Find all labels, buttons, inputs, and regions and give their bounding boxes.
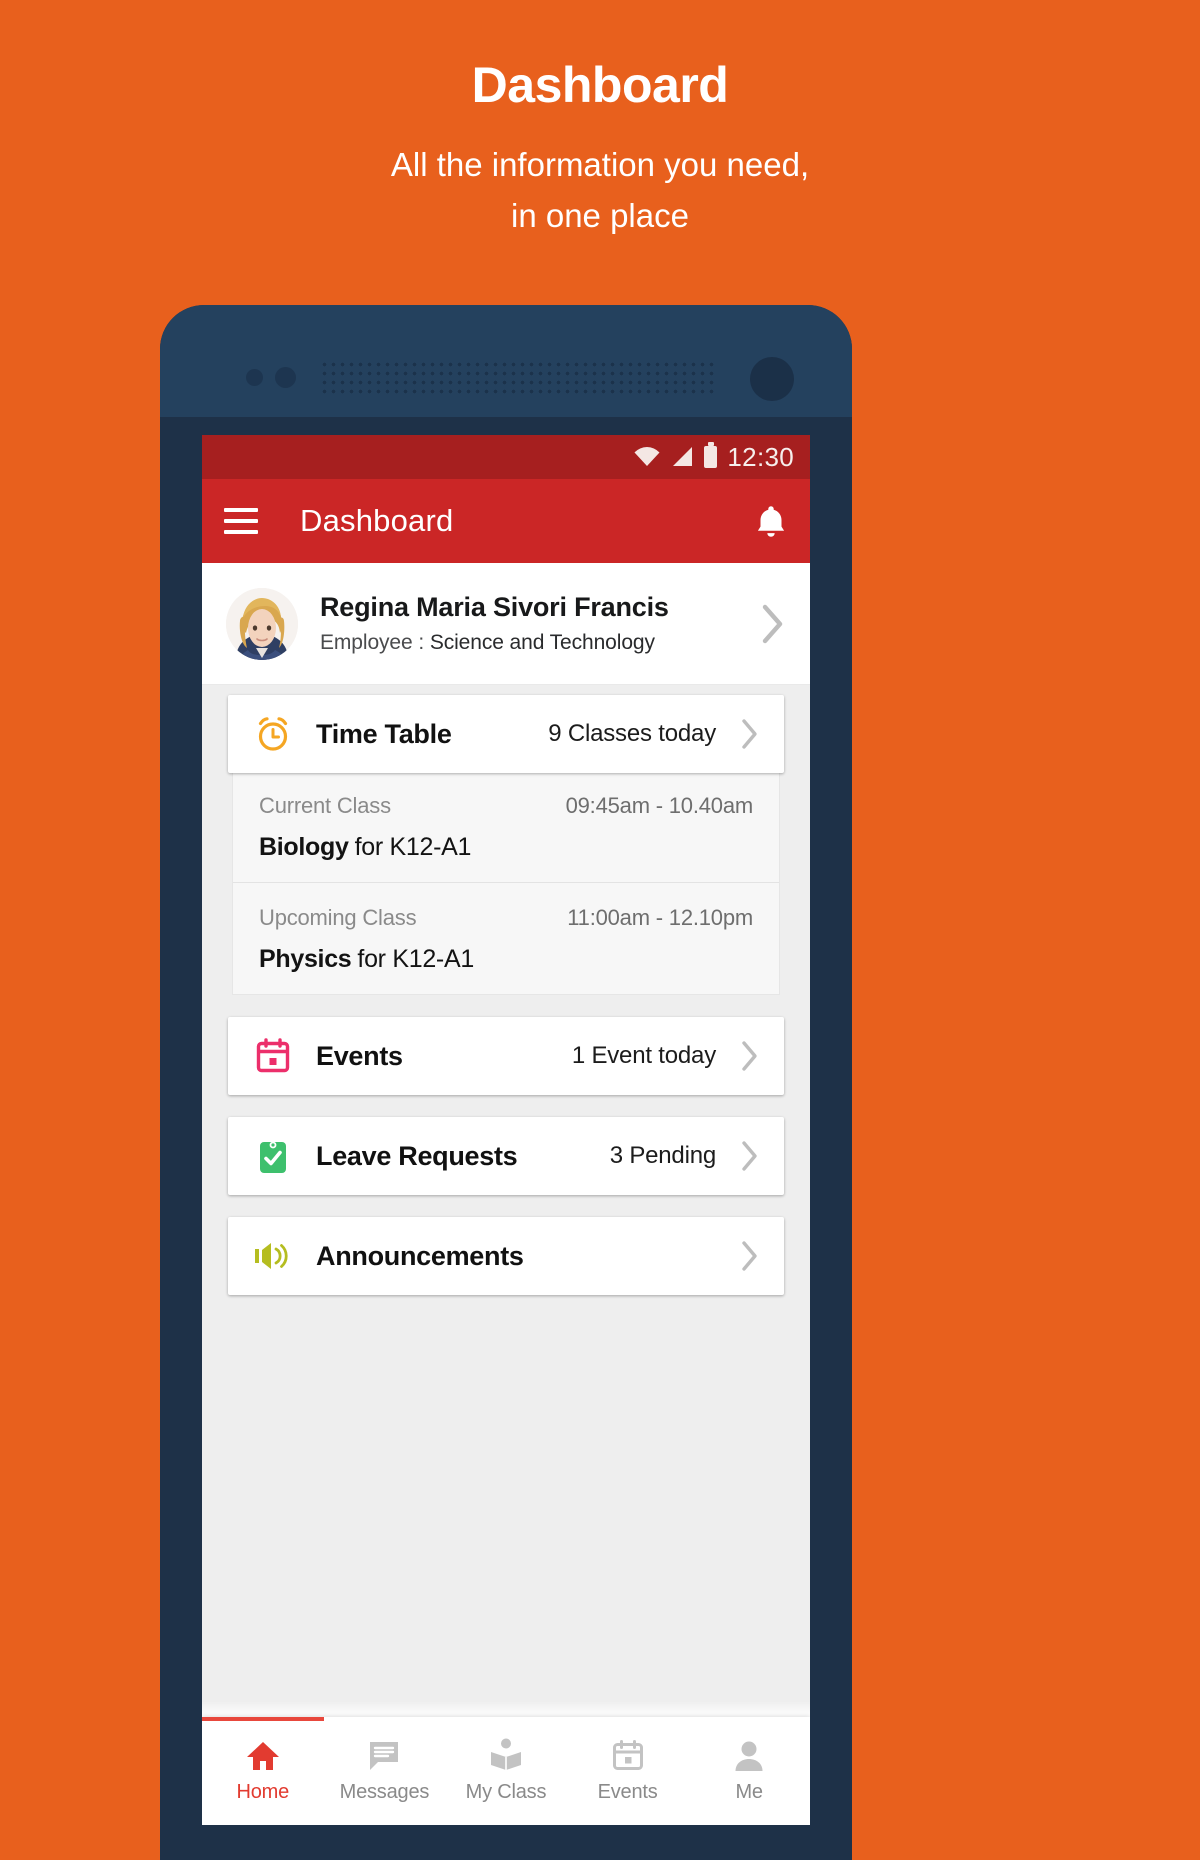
current-class-subject-line: Biology for K12-A1 (259, 833, 753, 862)
phone-screen: 12:30 Dashboard Regina Maria Sivori Fran… (202, 435, 810, 1825)
bottom-nav-item-my-class[interactable]: My Class (445, 1738, 567, 1804)
profile-name: Regina Maria Sivori Francis (320, 592, 669, 623)
chevron-right-icon[interactable] (760, 602, 786, 646)
megaphone-icon (252, 1239, 294, 1273)
bottom-nav-label: My Class (465, 1781, 547, 1803)
calendar-icon (252, 1037, 294, 1075)
promo-subtitle-line1: All the information you need, (390, 146, 810, 183)
card-title: Announcements (316, 1240, 524, 1271)
bell-icon[interactable] (754, 503, 788, 539)
home-icon (246, 1738, 280, 1772)
wifi-icon (634, 447, 660, 466)
upcoming-class-head: Upcoming Class 11:00am - 12.10pm (259, 905, 753, 931)
card-events[interactable]: Events 1 Event today (228, 1017, 784, 1095)
current-class-subject: Biology (259, 833, 349, 861)
current-class-row: Current Class 09:45am - 10.40am Biology f… (233, 771, 779, 882)
upcoming-class-subject-line: Physics for K12-A1 (259, 945, 753, 974)
bottom-nav-item-messages[interactable]: Messages (324, 1738, 446, 1804)
profile-role-label: Employee : (320, 630, 425, 654)
chevron-right-icon[interactable] (740, 717, 760, 751)
card-leave-requests[interactable]: Leave Requests 3 Pending (228, 1117, 784, 1195)
bottom-nav-item-events[interactable]: Events (567, 1738, 689, 1804)
profile-row[interactable]: Regina Maria Sivori Francis Employee : S… (202, 563, 810, 685)
open-book-icon (489, 1738, 523, 1772)
bottom-nav-label: Events (597, 1781, 658, 1803)
profile-text: Regina Maria Sivori Francis Employee : S… (320, 592, 750, 655)
person-icon (734, 1738, 764, 1772)
bottom-nav-item-me[interactable]: Me (688, 1738, 810, 1804)
card-meta: 3 Pending (609, 1142, 716, 1169)
sensor-icon (246, 369, 263, 386)
calendar-icon (612, 1738, 644, 1772)
current-class-time: 09:45am - 10.40am (565, 793, 754, 818)
promo-subtitle-line2: in one place (511, 197, 689, 235)
alarm-clock-icon (252, 715, 294, 753)
promo-title: Dashboard (471, 57, 729, 113)
status-bar-icons (634, 442, 718, 468)
card-meta: 1 Event today (571, 1042, 716, 1069)
chevron-right-icon[interactable] (740, 1039, 760, 1073)
current-class-label: Current Class (259, 793, 391, 818)
card-time-table[interactable]: Time Table 9 Classes today (228, 695, 784, 773)
chat-bubble-icon (368, 1738, 400, 1772)
card-announcements[interactable]: Announcements (228, 1217, 784, 1295)
front-camera-icon (750, 357, 794, 401)
card-meta: 9 Classes today (548, 720, 716, 747)
status-bar: 12:30 (202, 435, 810, 479)
speaker-grille (322, 362, 714, 394)
chevron-right-icon[interactable] (740, 1139, 760, 1173)
app-bar-title: Dashboard (300, 503, 454, 538)
upcoming-class-for: for K12-A1 (357, 945, 474, 973)
current-class-head: Current Class 09:45am - 10.40am (259, 793, 753, 819)
clipboard-check-icon (252, 1137, 294, 1175)
battery-icon (704, 442, 718, 468)
status-bar-time: 12:30 (727, 441, 794, 472)
avatar (226, 587, 298, 660)
time-table-detail: Current Class 09:45am - 10.40am Biology f… (232, 771, 780, 995)
sensor-icon (275, 367, 296, 388)
bottom-nav-item-home[interactable]: Home (202, 1738, 324, 1804)
app-bar: Dashboard (202, 479, 810, 563)
profile-role: Employee : Science and Technology (320, 631, 750, 655)
signal-icon (673, 447, 693, 466)
promo-subtitle: All the information you need, in one pla… (0, 139, 1200, 241)
phone-bezel-top (160, 305, 852, 417)
card-title: Events (316, 1040, 403, 1071)
upcoming-class-row: Upcoming Class 11:00am - 12.10pm Physics… (233, 882, 779, 994)
upcoming-class-label: Upcoming Class (259, 905, 417, 930)
upcoming-class-subject: Physics (259, 945, 352, 973)
active-tab-indicator (202, 1717, 324, 1721)
hamburger-menu-icon[interactable] (224, 508, 258, 534)
card-title: Leave Requests (316, 1140, 518, 1171)
bottom-nav-label: Home (236, 1781, 290, 1803)
bottom-nav-label: Me (735, 1781, 763, 1803)
current-class-for: for K12-A1 (354, 833, 472, 861)
dashboard-content: Time Table 9 Classes today Current Class… (202, 685, 810, 1313)
profile-role-value: Science and Technology (429, 630, 655, 654)
chevron-right-icon[interactable] (740, 1239, 760, 1273)
avatar-image (226, 587, 298, 660)
nav-fade (202, 1701, 810, 1717)
promo-header: Dashboard All the information you need, … (0, 0, 1200, 241)
upcoming-class-time: 11:00am - 12.10pm (567, 905, 753, 930)
card-title: Time Table (316, 718, 452, 749)
bottom-nav-label: Messages (339, 1781, 430, 1803)
phone-mockup: 12:30 Dashboard Regina Maria Sivori Fran… (160, 305, 852, 1860)
bottom-navigation: Home Messages My Class Events Me (202, 1717, 810, 1825)
